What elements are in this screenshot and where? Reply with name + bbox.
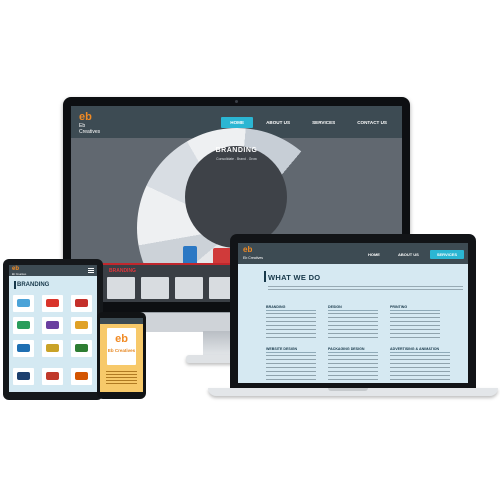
hero-center-disc	[185, 146, 287, 248]
menu-about-us[interactable]: ABOUT US	[391, 250, 426, 259]
menu-contact-us[interactable]: CONTACT US	[348, 117, 396, 128]
laptop-navbar: eb Eb Creatives HOME ABOUT US SERVICES	[238, 243, 468, 264]
tablet-navbar: eb Eb Creatives	[9, 265, 97, 276]
hamburger-menu-icon[interactable]	[88, 268, 94, 273]
logo-mark: eb	[243, 245, 253, 254]
column-heading: DESIGN	[328, 305, 378, 311]
logo-name: Eb Creatives	[243, 256, 264, 260]
brand-logo-tile[interactable]	[13, 368, 34, 385]
phone-navbar	[100, 318, 143, 324]
intro-text-block	[268, 286, 463, 292]
logo-mark: eb	[79, 111, 92, 123]
client-logo	[17, 372, 30, 380]
laptop-page-title: WHAT WE DO	[268, 273, 321, 282]
client-logo	[46, 321, 59, 329]
laptop-menu: HOME ABOUT US SERVICES	[361, 250, 464, 259]
service-column-website-design: WEBSITE DESIGN	[266, 347, 316, 381]
phone-device: eb Eb Creatives	[97, 312, 146, 399]
section-tag: BRANDING	[109, 268, 136, 274]
menu-about-us[interactable]: ABOUT US	[257, 117, 299, 128]
column-heading: BRANDING	[266, 305, 316, 311]
client-logo	[17, 344, 30, 352]
brand-logo-tile[interactable]	[13, 295, 34, 312]
laptop-screen: eb Eb Creatives HOME ABOUT US SERVICES W…	[238, 243, 468, 383]
menu-home[interactable]: HOME	[221, 117, 254, 128]
column-text	[390, 355, 450, 381]
service-column-packaging-design: PACKAGING DESIGN	[328, 347, 378, 381]
brand-logo-tile[interactable]	[71, 295, 92, 312]
hero-title: BRANDING	[215, 147, 258, 154]
phone-logo-card: eb Eb Creatives	[107, 328, 136, 365]
logo-mark: eb	[115, 333, 128, 345]
client-logo	[75, 299, 88, 307]
brand-logo-tile[interactable]	[13, 317, 34, 334]
title-accent-bar	[14, 281, 16, 289]
column-heading: PRINTING	[390, 305, 440, 311]
tablet-device: eb Eb Creatives BRANDING	[3, 259, 103, 400]
phone-text-block	[106, 371, 137, 385]
client-logo	[17, 321, 30, 329]
webcam-dot	[235, 100, 238, 103]
gallery-thumb[interactable]	[175, 277, 203, 299]
service-column-design: DESIGN	[328, 305, 378, 339]
column-text	[328, 355, 378, 381]
brand-logo-tile[interactable]	[42, 317, 63, 334]
logo-name: Eb Creatives	[12, 273, 27, 276]
service-column-branding: BRANDING	[266, 305, 316, 339]
tablet-screen: eb Eb Creatives BRANDING	[9, 265, 97, 392]
laptop-opening-notch	[328, 388, 368, 391]
menu-services[interactable]: SERVICES	[303, 117, 344, 128]
client-logo	[17, 299, 30, 307]
title-accent-bar	[264, 271, 266, 282]
column-text	[266, 355, 316, 381]
client-logo	[75, 372, 88, 380]
service-column-advertising-animation: ADVERTISING & ANIMATION	[390, 347, 450, 381]
column-heading: WEBSITE DESIGN	[266, 347, 316, 353]
client-logo	[75, 344, 88, 352]
brand-logo-tile[interactable]	[13, 340, 34, 357]
laptop-logo[interactable]: eb Eb Creatives	[243, 246, 263, 262]
column-heading: ADVERTISING & ANIMATION	[390, 347, 450, 353]
client-logo	[46, 299, 59, 307]
service-column-printing: PRINTING	[390, 305, 440, 339]
column-text	[390, 313, 440, 339]
laptop-lid: eb Eb Creatives HOME ABOUT US SERVICES W…	[230, 234, 476, 388]
tablet-logo[interactable]: eb Eb Creatives	[12, 266, 26, 278]
tablet-page-title: BRANDING	[17, 282, 50, 288]
column-text	[328, 313, 378, 339]
menu-services[interactable]: SERVICES	[429, 250, 464, 259]
brand-logo-tile[interactable]	[42, 340, 63, 357]
desktop-logo[interactable]: eb Eb Creatives	[79, 111, 107, 136]
brand-logo-tile[interactable]	[71, 368, 92, 385]
client-logo	[75, 321, 88, 329]
phone-screen: eb Eb Creatives	[100, 318, 143, 392]
client-logo	[46, 344, 59, 352]
logo-name: Eb Creatives	[107, 348, 136, 353]
logo-name: Eb Creatives	[79, 123, 101, 135]
desktop-menu: HOME ABOUT US SERVICES CONTACT US	[221, 117, 396, 128]
gallery-thumb[interactable]	[107, 277, 135, 299]
menu-home[interactable]: HOME	[361, 250, 387, 259]
brand-logo-tile[interactable]	[71, 340, 92, 357]
client-logo	[46, 372, 59, 380]
gallery-thumb[interactable]	[141, 277, 169, 299]
brand-logo-tile[interactable]	[42, 295, 63, 312]
column-text	[266, 313, 316, 339]
column-heading: PACKAGING DESIGN	[328, 347, 378, 353]
brand-logo-tile[interactable]	[71, 317, 92, 334]
brand-logo-tile[interactable]	[42, 368, 63, 385]
hero-subtitle: Consolidate . Brand . Grow	[216, 157, 257, 161]
